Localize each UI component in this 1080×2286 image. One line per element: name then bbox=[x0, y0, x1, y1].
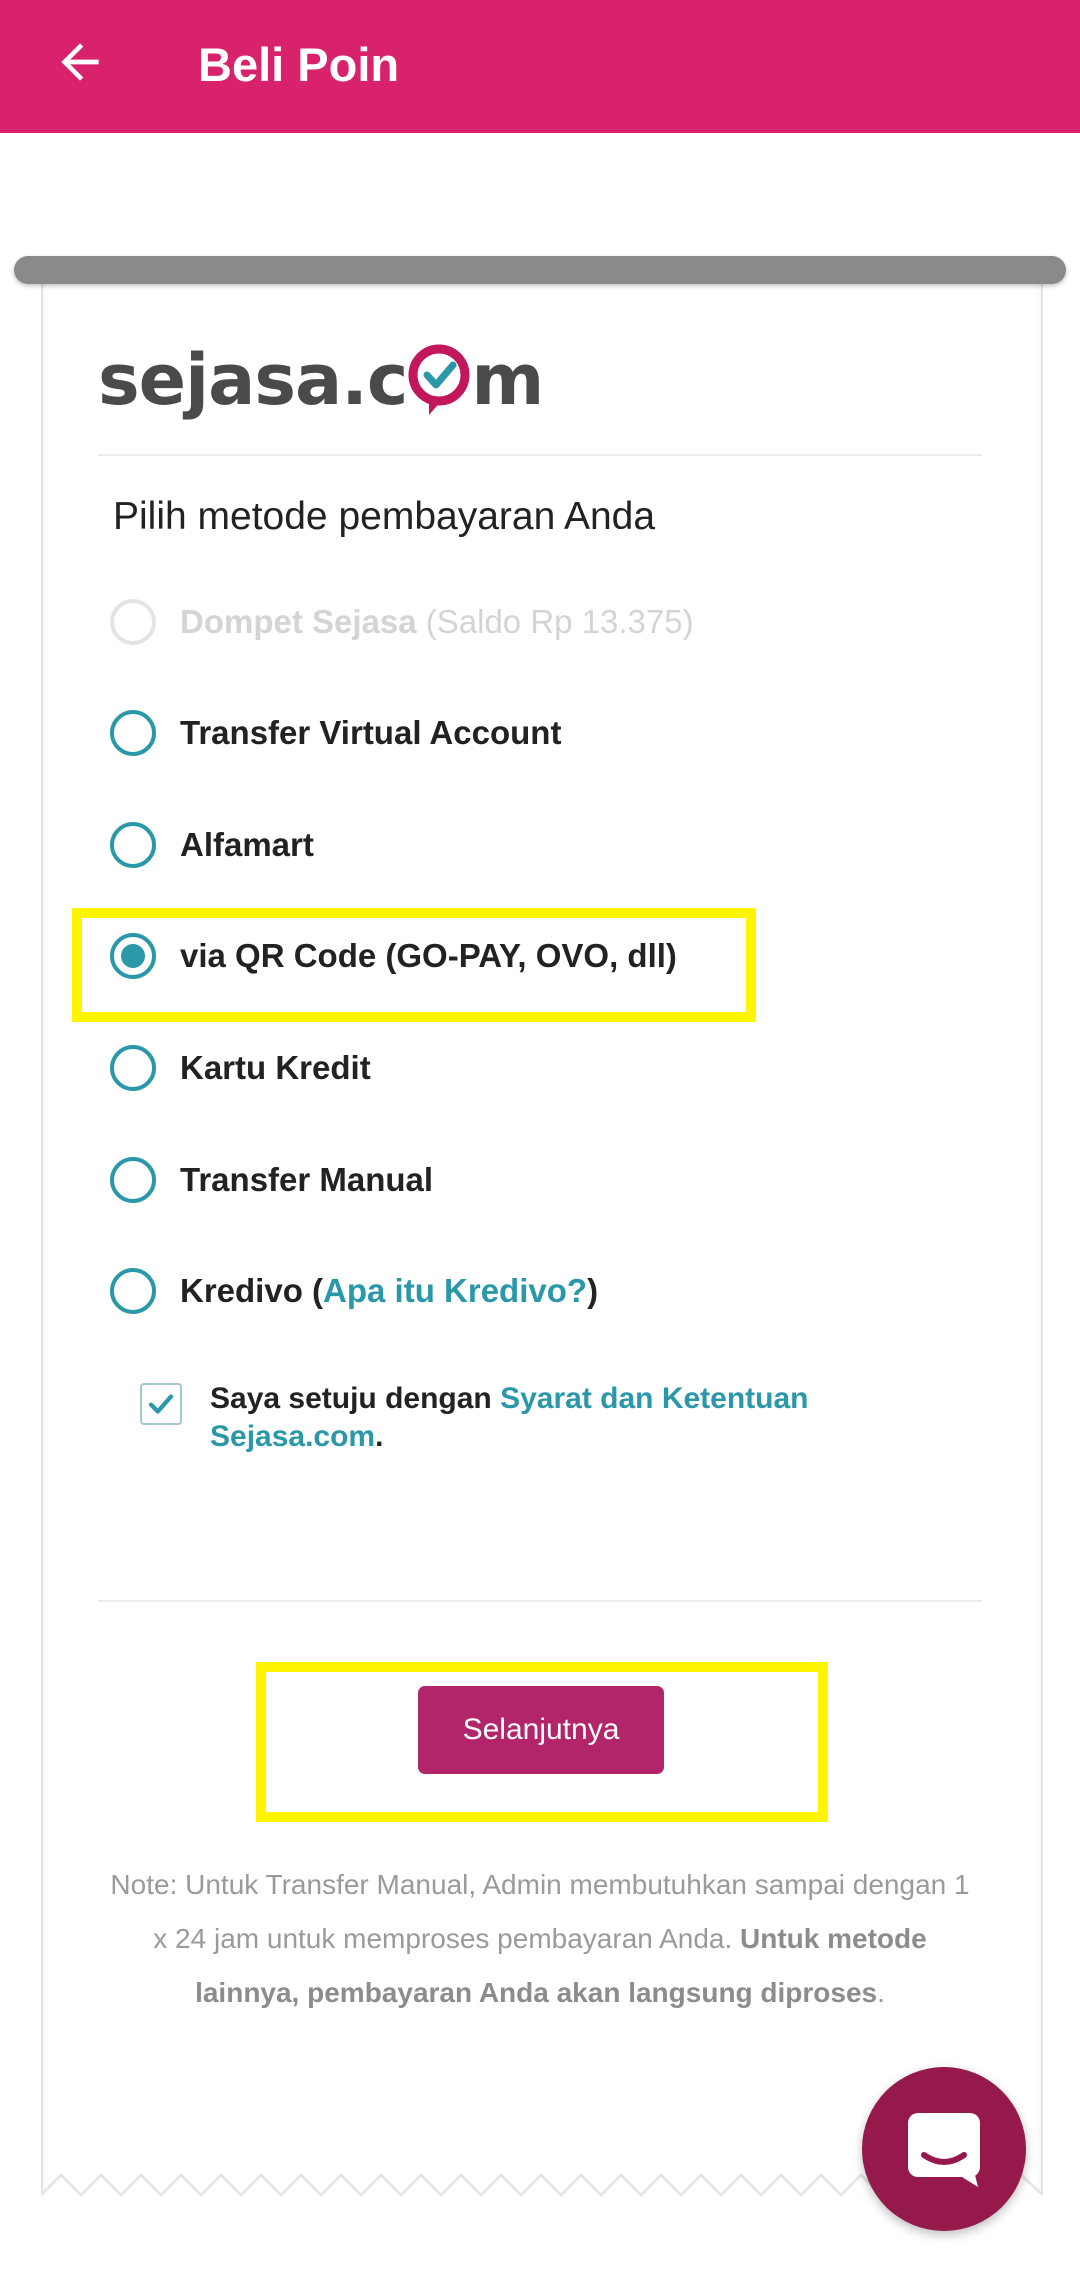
terms-text: Saya setuju dengan Syarat dan Ketentuan … bbox=[210, 1380, 910, 1456]
logo-check-bubble-icon bbox=[408, 344, 470, 415]
option-transfer-manual[interactable]: Transfer Manual bbox=[110, 1145, 433, 1215]
terms-text-suffix: . bbox=[375, 1420, 384, 1453]
wallet-balance: (Saldo Rp 13.375) bbox=[425, 603, 694, 640]
payment-note: Note: Untuk Transfer Manual, Admin membu… bbox=[110, 1858, 970, 2020]
chat-button[interactable] bbox=[862, 2067, 1026, 2231]
chat-icon bbox=[908, 2113, 980, 2187]
app-bar: Beli Poin bbox=[0, 0, 1080, 133]
checkmark-icon bbox=[148, 1394, 174, 1414]
option-dompet-sejasa[interactable]: Dompet Sejasa (Saldo Rp 13.375) bbox=[110, 587, 694, 657]
divider-top bbox=[98, 454, 982, 456]
arrow-left-icon bbox=[61, 43, 99, 81]
radio-selected-dot bbox=[121, 944, 145, 968]
option-qr-code[interactable]: via QR Code (GO-PAY, OVO, dll) bbox=[110, 921, 677, 991]
back-button[interactable] bbox=[40, 22, 120, 102]
option-label-suffix: ) bbox=[587, 1272, 599, 1309]
radio-button[interactable] bbox=[110, 599, 156, 645]
logo-text-prefix: sejasa.c bbox=[98, 339, 408, 421]
radio-button[interactable] bbox=[110, 822, 156, 868]
option-label-text: Kredivo ( bbox=[180, 1272, 324, 1309]
note-suffix: . bbox=[877, 1977, 885, 2008]
receipt-roller bbox=[14, 256, 1066, 284]
kredivo-info-link[interactable]: Apa itu Kredivo? bbox=[323, 1272, 587, 1309]
radio-button[interactable] bbox=[110, 710, 156, 756]
logo-text-suffix: m bbox=[471, 339, 544, 421]
divider-bottom bbox=[98, 1600, 982, 1602]
terms-checkbox[interactable] bbox=[140, 1383, 182, 1425]
section-title: Pilih metode pembayaran Anda bbox=[113, 495, 656, 538]
next-button[interactable]: Selanjutnya bbox=[418, 1686, 664, 1774]
option-kredivo[interactable]: Kredivo (Apa itu Kredivo?) bbox=[110, 1256, 598, 1326]
option-label: Kredivo (Apa itu Kredivo?) bbox=[180, 1272, 598, 1310]
page-title: Beli Poin bbox=[198, 38, 400, 91]
option-label: Dompet Sejasa (Saldo Rp 13.375) bbox=[180, 603, 694, 641]
option-transfer-virtual-account[interactable]: Transfer Virtual Account bbox=[110, 698, 561, 768]
option-label-text: Dompet Sejasa bbox=[180, 603, 417, 640]
radio-button[interactable] bbox=[110, 1045, 156, 1091]
option-label: Alfamart bbox=[180, 826, 314, 863]
option-label: Transfer Manual bbox=[180, 1161, 434, 1198]
option-alfamart[interactable]: Alfamart bbox=[110, 810, 314, 880]
option-label: via QR Code (GO-PAY, OVO, dll) bbox=[180, 937, 677, 974]
option-kartu-kredit[interactable]: Kartu Kredit bbox=[110, 1033, 371, 1103]
terms-text-prefix: Saya setuju dengan bbox=[210, 1382, 501, 1415]
option-label: Transfer Virtual Account bbox=[180, 714, 562, 751]
radio-button-selected[interactable] bbox=[110, 933, 156, 979]
option-label: Kartu Kredit bbox=[180, 1049, 371, 1086]
radio-button[interactable] bbox=[110, 1268, 156, 1314]
sejasa-logo: sejasa.c m bbox=[98, 330, 544, 430]
radio-button[interactable] bbox=[110, 1157, 156, 1203]
